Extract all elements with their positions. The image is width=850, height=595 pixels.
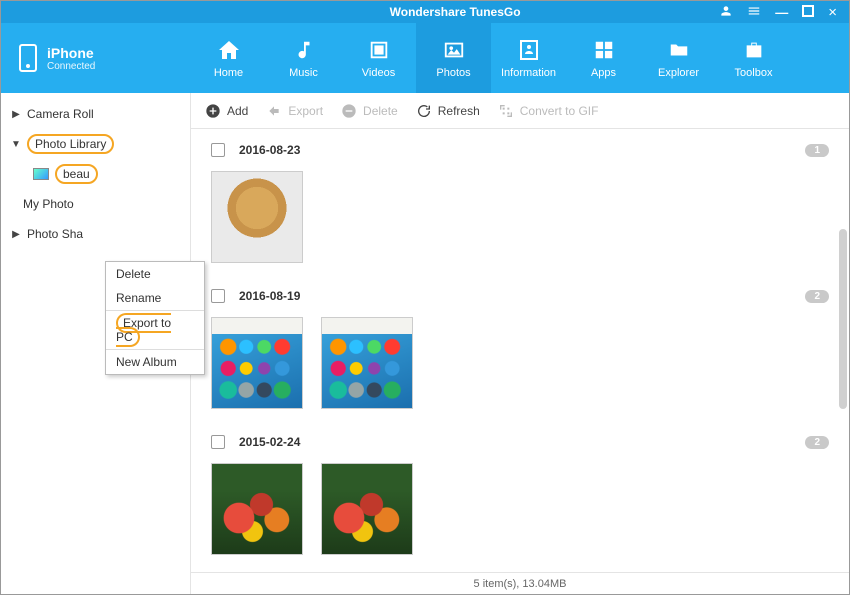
album-thumb-icon: [33, 168, 49, 180]
convert-gif-button[interactable]: Convert to GIF: [498, 103, 599, 119]
sidebar-item-label: Photo Library: [27, 134, 114, 154]
count-badge: 1: [805, 144, 829, 157]
app-title: Wondershare TunesGo: [191, 5, 719, 19]
group-header[interactable]: 2015-02-24 2: [211, 425, 829, 459]
title-bar: Wondershare TunesGo — ×: [1, 1, 849, 23]
btn-label: Add: [227, 104, 248, 118]
count-badge: 2: [805, 290, 829, 303]
ctx-delete[interactable]: Delete: [106, 262, 204, 286]
sidebar-item-my-photo[interactable]: My Photo: [1, 189, 190, 219]
toolbox-icon: [740, 37, 768, 63]
status-bar: 5 item(s), 13.04MB: [191, 572, 849, 594]
tab-toolbox[interactable]: Toolbox: [716, 23, 791, 93]
checkbox[interactable]: [211, 143, 225, 157]
content: Add Export Delete Refresh Convert to GIF: [191, 93, 849, 594]
device-name: iPhone: [47, 45, 95, 61]
close-icon[interactable]: ×: [828, 5, 837, 20]
add-button[interactable]: Add: [205, 103, 248, 119]
minimize-icon[interactable]: —: [775, 6, 788, 19]
export-button[interactable]: Export: [266, 103, 323, 119]
sidebar-item-label: My Photo: [23, 197, 74, 211]
device-status: Connected: [47, 61, 95, 72]
tab-videos[interactable]: Videos: [341, 23, 416, 93]
tab-information[interactable]: Information: [491, 23, 566, 93]
sidebar-item-camera-roll[interactable]: ▶ Camera Roll: [1, 99, 190, 129]
chevron-right-icon: ▶: [11, 109, 21, 120]
export-icon: [266, 103, 282, 119]
photo-list[interactable]: 2016-08-23 1 2016-08-19 2: [191, 129, 849, 572]
toolbar: Add Export Delete Refresh Convert to GIF: [191, 93, 849, 129]
tab-label: Home: [214, 67, 243, 79]
btn-label: Convert to GIF: [520, 104, 599, 118]
ctx-rename[interactable]: Rename: [106, 286, 204, 310]
tab-label: Videos: [362, 67, 395, 79]
menu-icon[interactable]: [747, 4, 761, 20]
folder-icon: [665, 37, 693, 63]
home-icon: [215, 37, 243, 63]
scrollbar[interactable]: [839, 229, 847, 409]
tab-label: Apps: [591, 67, 616, 79]
user-icon[interactable]: [719, 4, 733, 20]
main-tabs: iPhone Connected Home Music Videos Photo…: [1, 23, 849, 93]
app-window: Wondershare TunesGo — × iPhone Connected…: [0, 0, 850, 595]
group-date: 2016-08-19: [239, 289, 300, 303]
context-menu: Delete Rename Export to PC New Album: [105, 261, 205, 375]
sidebar: ▶ Camera Roll ▼ Photo Library beau My Ph…: [1, 93, 191, 594]
photo-thumb[interactable]: [321, 463, 413, 555]
sidebar-item-label: beau: [55, 164, 98, 184]
photo-thumb[interactable]: [211, 171, 303, 263]
status-text: 5 item(s), 13.04MB: [474, 578, 567, 590]
btn-label: Delete: [363, 104, 398, 118]
btn-label: Export: [288, 104, 323, 118]
tab-explorer[interactable]: Explorer: [641, 23, 716, 93]
photo-icon: [440, 37, 468, 63]
sidebar-subitem-beauty[interactable]: beau: [1, 159, 190, 189]
device-panel[interactable]: iPhone Connected: [1, 23, 191, 93]
plus-icon: [205, 103, 221, 119]
ctx-new-album[interactable]: New Album: [106, 349, 204, 374]
count-badge: 2: [805, 436, 829, 449]
photo-thumb[interactable]: [211, 463, 303, 555]
tab-label: Explorer: [658, 67, 699, 79]
music-icon: [290, 37, 318, 63]
tab-label: Music: [289, 67, 318, 79]
tab-label: Toolbox: [735, 67, 773, 79]
gif-icon: [498, 103, 514, 119]
refresh-button[interactable]: Refresh: [416, 103, 480, 119]
video-icon: [365, 37, 393, 63]
delete-button[interactable]: Delete: [341, 103, 398, 119]
photo-thumb[interactable]: [211, 317, 303, 409]
chevron-down-icon: ▼: [11, 139, 21, 150]
group-header[interactable]: 2016-08-23 1: [211, 133, 829, 167]
sidebar-item-label: Photo Sha: [27, 227, 83, 241]
btn-label: Refresh: [438, 104, 480, 118]
minus-icon: [341, 103, 357, 119]
maximize-icon[interactable]: [802, 5, 814, 19]
tab-music[interactable]: Music: [266, 23, 341, 93]
info-icon: [515, 37, 543, 63]
tab-apps[interactable]: Apps: [566, 23, 641, 93]
refresh-icon: [416, 103, 432, 119]
tab-photos[interactable]: Photos: [416, 23, 491, 93]
sidebar-item-photo-library[interactable]: ▼ Photo Library: [1, 129, 190, 159]
tab-label: Photos: [436, 67, 470, 79]
sidebar-item-photo-share[interactable]: ▶ Photo Sha: [1, 219, 190, 249]
photo-thumb[interactable]: [321, 317, 413, 409]
phone-icon: [19, 44, 37, 72]
apps-icon: [590, 37, 618, 63]
checkbox[interactable]: [211, 435, 225, 449]
body: ▶ Camera Roll ▼ Photo Library beau My Ph…: [1, 93, 849, 594]
group-header[interactable]: 2016-08-19 2: [211, 279, 829, 313]
group-date: 2015-02-24: [239, 435, 300, 449]
sidebar-item-label: Camera Roll: [27, 107, 94, 121]
group-date: 2016-08-23: [239, 143, 300, 157]
chevron-right-icon: ▶: [11, 229, 21, 240]
tab-label: Information: [501, 67, 556, 79]
checkbox[interactable]: [211, 289, 225, 303]
tab-home[interactable]: Home: [191, 23, 266, 93]
ctx-export-to-pc[interactable]: Export to PC: [106, 310, 204, 349]
